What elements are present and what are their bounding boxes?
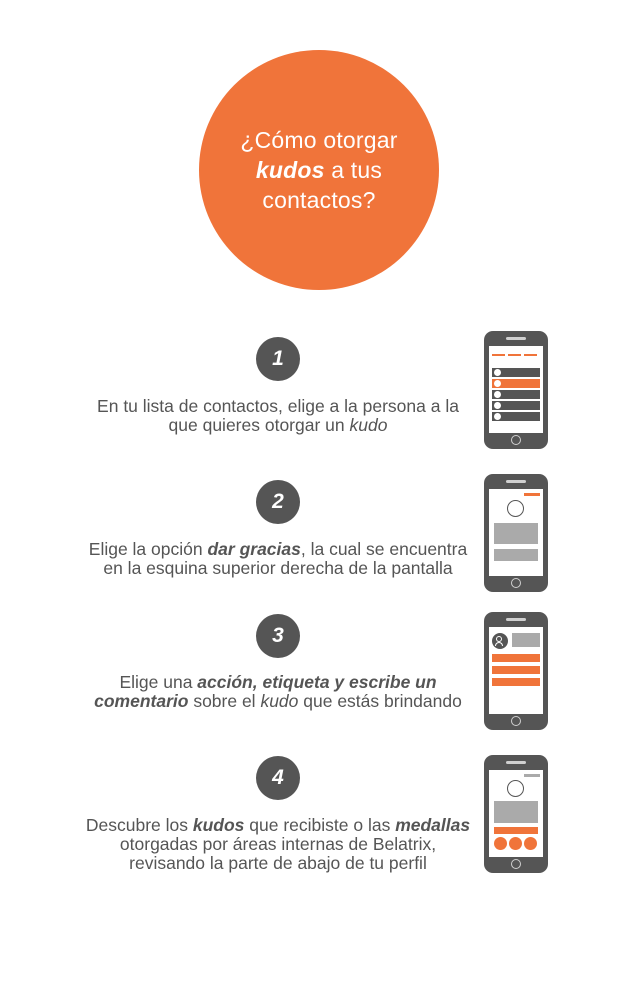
step-2-number: 2	[256, 480, 300, 524]
title-line-3: contactos?	[262, 187, 376, 213]
phone-contact-list-icon	[484, 331, 548, 449]
step-2-text: Elige la opción dar gracias, la cual se …	[88, 539, 468, 578]
phone-kudo-form-icon	[484, 612, 548, 730]
step-4-text: Descubre los kudos que recibiste o las m…	[85, 815, 471, 873]
title-line-1: ¿Cómo otorgar	[240, 127, 398, 153]
phone-profile-medals-icon	[484, 755, 548, 873]
step-3-text: Elige una acción, etiqueta y escribe un …	[94, 672, 462, 711]
step-1-text: En tu lista de contactos, elige a la per…	[97, 396, 459, 435]
page-title: ¿Cómo otorgar kudos a tus contactos?	[240, 125, 397, 215]
title-kudos: kudos	[255, 157, 325, 183]
title-circle: ¿Cómo otorgar kudos a tus contactos?	[199, 50, 439, 290]
title-line-2-rest: a tus	[324, 157, 383, 183]
step-3-number: 3	[256, 614, 300, 658]
step-1-number: 1	[256, 337, 300, 381]
phone-profile-icon	[484, 474, 548, 592]
step-4-number: 4	[256, 756, 300, 800]
